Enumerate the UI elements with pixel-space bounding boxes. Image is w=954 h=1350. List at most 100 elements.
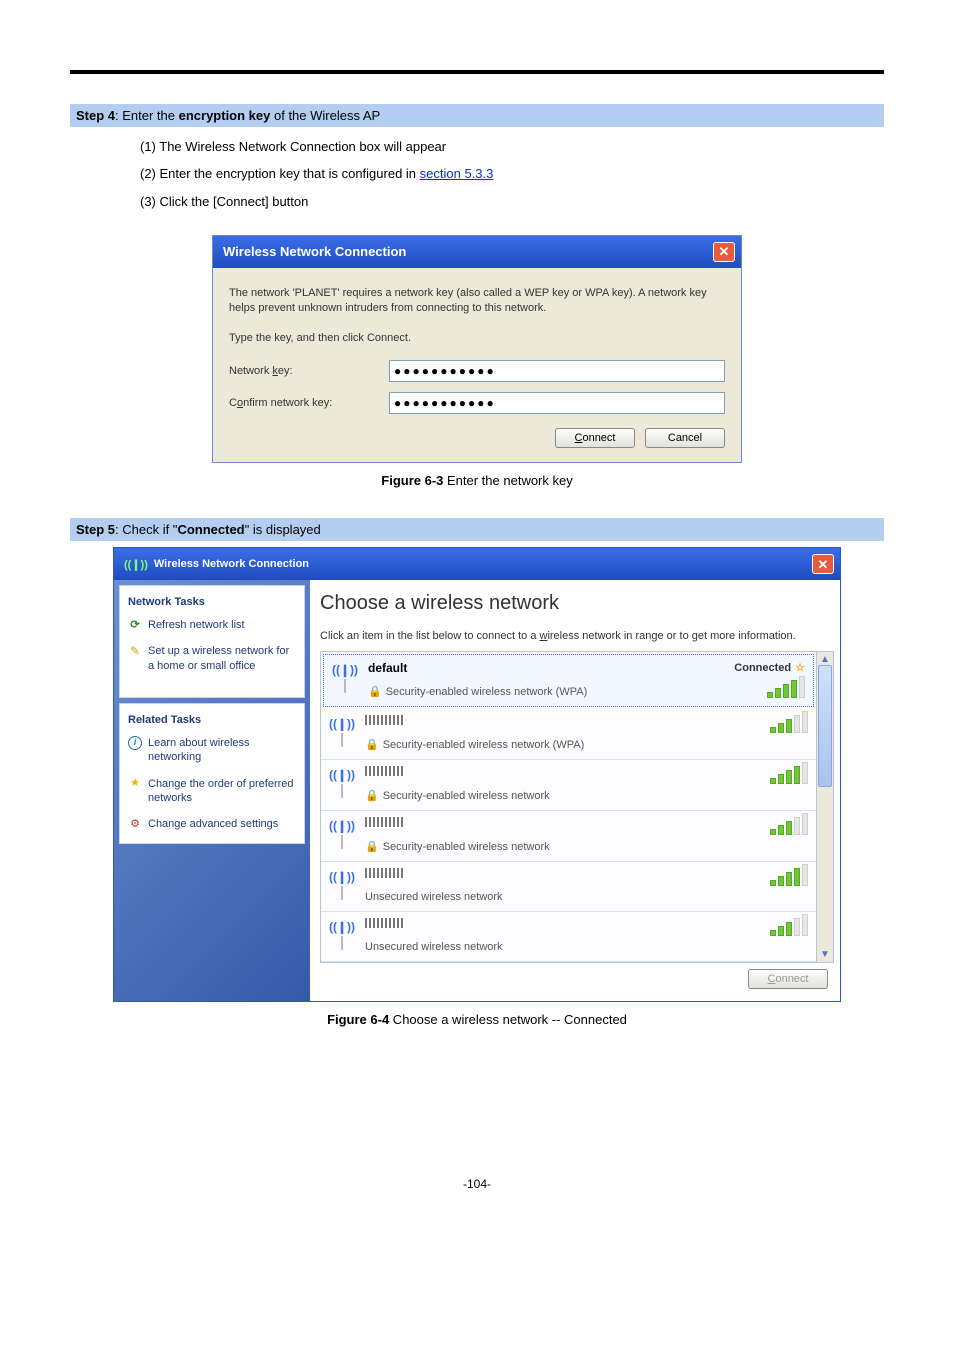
network-security: Unsecured wireless network xyxy=(365,941,760,953)
learn-wireless-link[interactable]: Learn about wireless networking xyxy=(128,736,296,765)
network-name: default xyxy=(368,661,724,675)
scroll-thumb[interactable] xyxy=(818,665,832,787)
antenna-icon: ((❙)) xyxy=(124,558,148,571)
network-key-label: Network key: xyxy=(229,365,389,377)
star-icon: ☆ xyxy=(795,661,805,674)
advanced-settings-link[interactable]: ⚙ Change advanced settings xyxy=(128,817,296,831)
wifi-icon: ((❙)) xyxy=(329,715,355,747)
wifi-icon: ((❙)) xyxy=(329,918,355,950)
network-name xyxy=(365,715,405,725)
signal-icon xyxy=(770,868,808,886)
step4-item-3: (3) Click the [Connect] button xyxy=(140,188,884,215)
scroll-up-icon[interactable]: ▲ xyxy=(820,654,830,665)
step4-item-1: (1) The Wireless Network Connection box … xyxy=(140,133,884,160)
dialog1-para1: The network 'PLANET' requires a network … xyxy=(229,286,725,317)
network-right xyxy=(770,766,808,784)
related-tasks-title: Related Tasks xyxy=(128,714,296,726)
network-info: Unsecured wireless network xyxy=(365,868,760,903)
dialog2-title-text: Wireless Network Connection xyxy=(154,558,309,570)
scrollbar[interactable]: ▲ ▼ xyxy=(817,651,834,963)
figure-6-4-caption: Figure 6-4 Choose a wireless network -- … xyxy=(70,1012,884,1027)
network-security: 🔒 Security-enabled wireless network (WPA… xyxy=(365,738,760,751)
setup-wireless-link[interactable]: ✎ Set up a wireless network for a home o… xyxy=(128,644,296,673)
dialog1-para2: Type the key, and then click Connect. xyxy=(229,331,725,346)
connect-button-main[interactable]: Connect xyxy=(748,969,828,989)
choose-network-heading: Choose a wireless network xyxy=(320,592,834,615)
wizard-icon: ✎ xyxy=(128,644,142,658)
cancel-button[interactable]: Cancel xyxy=(645,428,725,448)
step4-label: Step 4 xyxy=(76,108,115,123)
figure-6-3-caption: Figure 6-3 Enter the network key xyxy=(70,473,884,488)
step5-label: Step 5 xyxy=(76,522,115,537)
connect-button[interactable]: Connect xyxy=(555,428,635,448)
scroll-down-icon[interactable]: ▼ xyxy=(820,949,830,960)
top-rule xyxy=(70,70,884,74)
step4-bar: Step 4: Enter the encryption key of the … xyxy=(70,104,884,127)
info-icon xyxy=(128,736,142,750)
confirm-key-label: Confirm network key: xyxy=(229,397,389,409)
network-right xyxy=(770,715,808,733)
network-security: 🔒 Security-enabled wireless network xyxy=(365,789,760,802)
refresh-network-list-link[interactable]: ⟳ Refresh network list xyxy=(128,618,296,632)
network-item[interactable]: ((❙)) 🔒 Security-enabled wireless network xyxy=(321,811,816,862)
connected-status: Connected ☆ xyxy=(734,661,805,674)
network-info: default🔒 Security-enabled wireless netwo… xyxy=(368,661,724,698)
step4-item-2: (2) Enter the encryption key that is con… xyxy=(140,160,884,187)
choose-wireless-dialog: ((❙)) Wireless Network Connection ✕ Netw… xyxy=(113,547,841,1002)
network-tasks-card: Network Tasks ⟳ Refresh network list ✎ S… xyxy=(119,585,305,698)
lock-icon: 🔒 xyxy=(365,738,379,751)
network-key-dialog: Wireless Network Connection ✕ The networ… xyxy=(212,235,742,463)
lock-icon: 🔒 xyxy=(368,685,382,698)
page-number: -104- xyxy=(70,1177,884,1191)
signal-icon xyxy=(770,715,808,733)
close-icon[interactable]: ✕ xyxy=(713,242,735,262)
signal-icon xyxy=(770,766,808,784)
lock-icon: 🔒 xyxy=(365,840,379,853)
choose-network-subtext: Click an item in the list below to conne… xyxy=(320,629,834,643)
network-name xyxy=(365,766,405,776)
wifi-icon: ((❙)) xyxy=(329,868,355,900)
network-info: Unsecured wireless network xyxy=(365,918,760,953)
star-icon: ★ xyxy=(128,777,142,791)
network-right xyxy=(770,918,808,936)
network-right xyxy=(770,817,808,835)
related-tasks-card: Related Tasks Learn about wireless netwo… xyxy=(119,703,305,844)
gear-icon: ⚙ xyxy=(128,817,142,831)
network-list: ((❙)) default 🔒 Security-enabled wireless … xyxy=(320,651,817,963)
refresh-icon: ⟳ xyxy=(128,618,142,632)
wifi-icon: ((❙)) xyxy=(329,817,355,849)
network-info: 🔒 Security-enabled wireless network (WPA… xyxy=(365,715,760,751)
network-security: Unsecured wireless network xyxy=(365,891,760,903)
network-tasks-title: Network Tasks xyxy=(128,596,296,608)
network-item[interactable]: ((❙)) Unsecured wireless network xyxy=(321,862,816,912)
network-item[interactable]: ((❙)) 🔒 Security-enabled wireless network xyxy=(321,760,816,811)
wifi-icon: ((❙)) xyxy=(329,766,355,798)
change-order-link[interactable]: ★ Change the order of preferred networks xyxy=(128,777,296,806)
network-key-input[interactable] xyxy=(389,360,725,382)
signal-icon xyxy=(770,918,808,936)
lock-icon: 🔒 xyxy=(365,789,379,802)
main-panel: Choose a wireless network Click an item … xyxy=(310,580,840,1001)
signal-icon xyxy=(770,817,808,835)
dialog2-titlebar: ((❙)) Wireless Network Connection ✕ xyxy=(114,548,840,580)
close-icon[interactable]: ✕ xyxy=(812,554,834,574)
step4-list: (1) The Wireless Network Connection box … xyxy=(140,133,884,215)
network-info: 🔒 Security-enabled wireless network xyxy=(365,766,760,802)
network-name xyxy=(365,918,405,928)
network-item[interactable]: ((❙))default🔒 Security-enabled wireless … xyxy=(323,654,814,707)
confirm-key-input[interactable] xyxy=(389,392,725,414)
step5-bar: Step 5: Check if "Connected" is displaye… xyxy=(70,518,884,541)
dialog1-title-text: Wireless Network Connection xyxy=(223,244,406,259)
network-right xyxy=(770,868,808,886)
wifi-icon: ((❙)) xyxy=(332,661,358,693)
side-panel: Network Tasks ⟳ Refresh network list ✎ S… xyxy=(114,580,310,1001)
section-link[interactable]: section 5.3.3 xyxy=(420,166,494,181)
network-name xyxy=(365,868,405,878)
network-info: 🔒 Security-enabled wireless network xyxy=(365,817,760,853)
network-item[interactable]: ((❙)) 🔒 Security-enabled wireless network… xyxy=(321,709,816,760)
dialog1-titlebar: Wireless Network Connection ✕ xyxy=(213,236,741,268)
signal-icon xyxy=(767,680,805,698)
network-item[interactable]: ((❙)) Unsecured wireless network xyxy=(321,912,816,962)
network-security: 🔒 Security-enabled wireless network xyxy=(365,840,760,853)
network-name xyxy=(365,817,405,827)
